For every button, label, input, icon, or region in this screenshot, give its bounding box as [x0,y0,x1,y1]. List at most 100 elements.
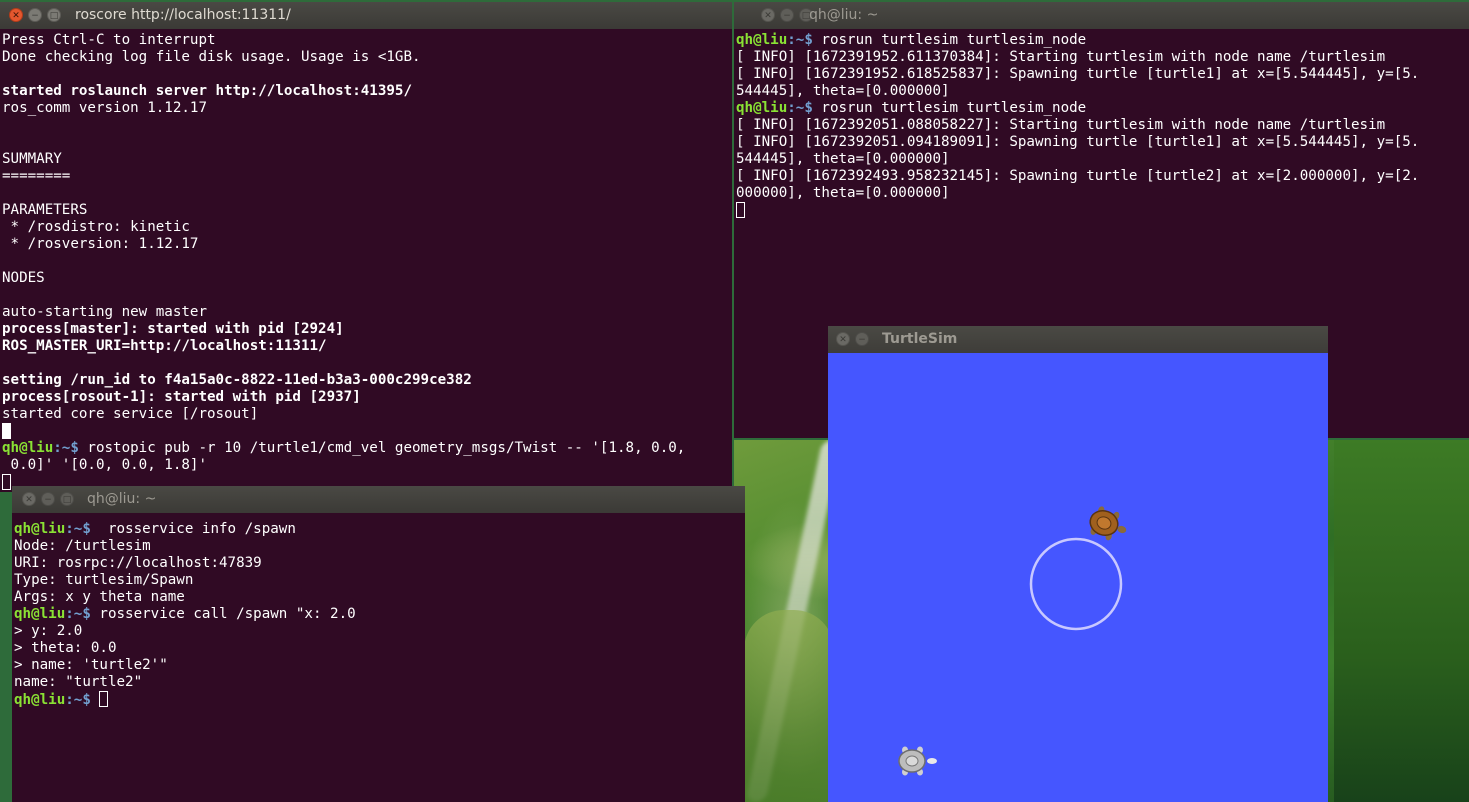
output-line: * /rosversion: 1.12.17 [2,236,732,253]
prompt-user: qh@liu [14,606,66,622]
log-text: 544445], theta=[0.000000] [736,83,950,99]
cursor-line [736,202,1469,219]
output-text: > theta: 0.0 [14,640,117,656]
prompt-user: qh@liu [14,692,66,708]
rosservice-titlebar[interactable]: ✕ − □ qh@liu: ~ [12,486,745,513]
output-text: name: "turtle2" [14,674,143,690]
minimize-icon[interactable]: − [855,332,869,346]
roscore-terminal-output[interactable]: Press Ctrl-C to interrupt Done checking l… [0,29,732,491]
log-line: [ INFO] [1672392051.094189091]: Spawning… [736,134,1469,151]
output-text: URI: rosrpc://localhost:47839 [14,555,262,571]
close-icon[interactable]: ✕ [9,8,23,22]
output-text: setting /run_id to f4a15a0c-8822-11ed-b3… [2,372,472,388]
log-line: [ INFO] [1672391952.618525837]: Spawning… [736,66,1469,83]
output-text: started core service [/rosout] [2,406,259,422]
window-title: qh@liu: ~ [87,491,157,507]
output-text: process[rosout-1]: started with pid [293… [2,389,361,405]
output-text: Press Ctrl-C to interrupt [2,32,216,48]
turtlesim-node-titlebar[interactable]: ✕ − □ qh@liu: ~ [734,2,1469,29]
log-line: 000000], theta=[0.000000] [736,185,1469,202]
output-line: process[master]: started with pid [2924] [2,321,732,338]
log-text: 000000], theta=[0.000000] [736,185,950,201]
output-line: auto-starting new master [2,304,732,321]
output-text: Done checking log file disk usage. Usage… [2,49,421,65]
log-text: [ INFO] [1672392051.094189091]: Spawning… [736,134,1420,150]
prompt-path: :~$ [65,521,91,537]
prompt-line: qh@liu:~$ rosservice info /spawn [14,521,745,538]
terminal-cursor [2,474,11,490]
output-line: setting /run_id to f4a15a0c-8822-11ed-b3… [2,372,732,389]
command-text: rosrun turtlesim turtlesim_node [812,32,1087,48]
terminal-cursor [2,423,11,439]
minimize-icon[interactable]: − [28,8,42,22]
log-line: [ INFO] [1672391952.611370384]: Starting… [736,49,1469,66]
maximize-icon[interactable]: □ [47,8,61,22]
prompt-user: qh@liu [14,521,66,537]
output-text: ======== [2,168,71,184]
command-text: rosservice info /spawn [90,521,296,537]
cursor-line [2,423,732,440]
output-line: started roslaunch server http://localhos… [2,83,732,100]
prompt-line: qh@liu:~$ rosrun turtlesim turtlesim_nod… [736,32,1469,49]
command-text: rosrun turtlesim turtlesim_node [812,100,1087,116]
output-text: Args: x y theta name [14,589,185,605]
output-text: ROS_MASTER_URI=http://localhost:11311/ [2,338,327,354]
prompt-path: :~$ [53,440,79,456]
minimize-icon[interactable]: − [780,8,794,22]
output-line: > theta: 0.0 [14,640,745,657]
prompt-path: :~$ [787,32,813,48]
wallpaper-hill [1334,440,1469,802]
log-text: [ INFO] [1672391952.611370384]: Starting… [736,49,1386,65]
turtle2-sprite [898,746,937,776]
terminal-cursor [736,202,745,218]
output-line: started core service [/rosout] [2,406,732,423]
maximize-icon[interactable]: □ [60,492,74,506]
output-line: SUMMARY [2,151,732,168]
output-line: 0.0]' '[0.0, 0.0, 1.8]' [2,457,732,474]
close-icon[interactable]: ✕ [22,492,36,506]
output-text: started roslaunch server http://localhos… [2,83,412,99]
close-icon[interactable]: ✕ [761,8,775,22]
output-text: process[master]: started with pid [2924] [2,321,344,337]
close-icon[interactable]: ✕ [836,332,850,346]
output-text: PARAMETERS [2,202,88,218]
output-line: ROS_MASTER_URI=http://localhost:11311/ [2,338,732,355]
roscore-titlebar[interactable]: ✕ − □ roscore http://localhost:11311/ [0,2,732,29]
turtlesim-window[interactable]: ✕ − TurtleSim [828,326,1328,802]
prompt-line: qh@liu:~$ rostopic pub -r 10 /turtle1/cm… [2,440,732,457]
output-text: * /rosversion: 1.12.17 [2,236,199,252]
turtlesim-node-terminal-output[interactable]: qh@liu:~$ rosrun turtlesim turtlesim_nod… [734,29,1469,219]
output-line: > name: 'turtle2'" [14,657,745,674]
command-text [91,692,100,708]
turtle1-path-circle [1029,537,1123,631]
roscore-terminal-window[interactable]: ✕ − □ roscore http://localhost:11311/ Pr… [0,2,732,492]
output-text: > y: 2.0 [14,623,83,639]
turtlesim-titlebar[interactable]: ✕ − TurtleSim [828,326,1328,353]
output-line: Type: turtlesim/Spawn [14,572,745,589]
turtle1-sprite [1089,506,1127,541]
rosservice-terminal-output[interactable]: qh@liu:~$ rosservice info /spawn Node: /t… [12,513,745,708]
output-text: NODES [2,270,45,286]
log-text: [ INFO] [1672392051.088058227]: Starting… [736,117,1386,133]
prompt-user: qh@liu [736,32,788,48]
output-line: URI: rosrpc://localhost:47839 [14,555,745,572]
output-line: ros_comm version 1.12.17 [2,100,732,117]
window-title: TurtleSim [882,331,958,347]
rosservice-terminal-window[interactable]: ✕ − □ qh@liu: ~ qh@liu:~$ rosservice inf… [12,486,745,802]
output-text: SUMMARY [2,151,62,167]
wallpaper-terrace [744,610,834,802]
prompt-user: qh@liu [736,100,788,116]
output-line: Node: /turtlesim [14,538,745,555]
output-line: NODES [2,270,732,287]
command-text: 0.0]' '[0.0, 0.0, 1.8]' [2,457,207,473]
output-line: Done checking log file disk usage. Usage… [2,49,732,66]
output-text: Node: /turtlesim [14,538,151,554]
log-line: 544445], theta=[0.000000] [736,83,1469,100]
prompt-line: qh@liu:~$ rosservice call /spawn "x: 2.0 [14,606,745,623]
minimize-icon[interactable]: − [41,492,55,506]
command-text: rosservice call /spawn "x: 2.0 [90,606,356,622]
